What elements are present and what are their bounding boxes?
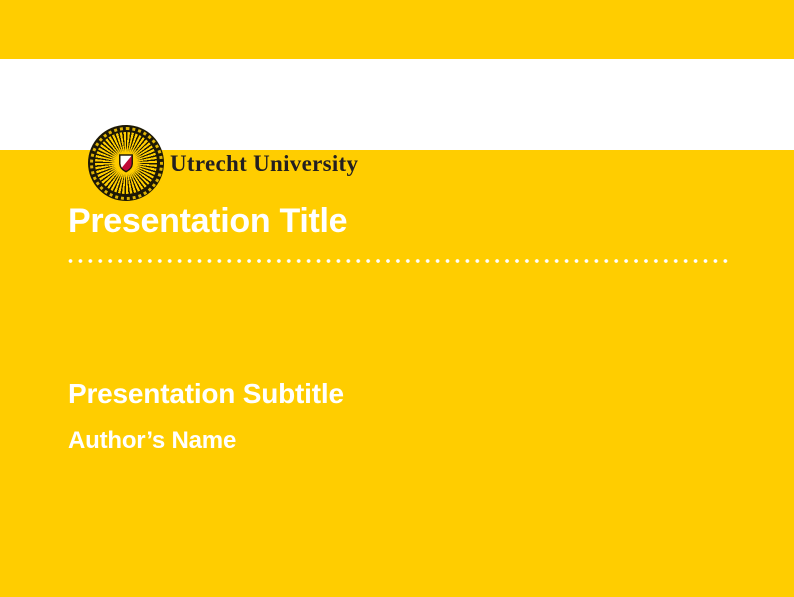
logo-band: Utrecht University	[0, 59, 794, 150]
presentation-title: Presentation Title	[68, 204, 347, 238]
dotted-divider	[68, 257, 731, 265]
logo-wordmark: Utrecht University	[170, 152, 358, 175]
top-yellow-band	[0, 0, 794, 59]
author-name: Author’s Name	[68, 429, 236, 453]
presentation-subtitle: Presentation Subtitle	[68, 380, 344, 408]
presentation-slide: Utrecht University Presentation Title Pr…	[0, 0, 794, 597]
utrecht-shield-icon	[118, 154, 134, 173]
utrecht-university-sun-logo	[88, 125, 164, 201]
